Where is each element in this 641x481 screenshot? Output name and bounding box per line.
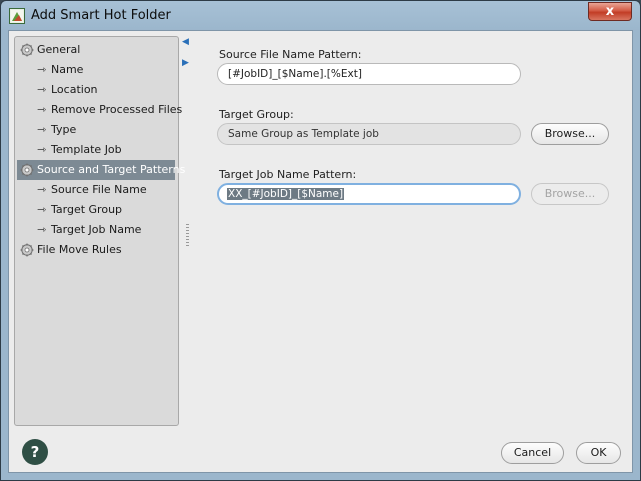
gear-icon xyxy=(20,243,34,264)
help-button[interactable]: ? xyxy=(22,439,48,465)
tree-item-label: Target Group xyxy=(51,203,123,216)
tree-item-label: General xyxy=(37,43,81,56)
tree-item-label: Target Job Name xyxy=(51,223,142,236)
navigation-tree: General ⇾ Name ⇾ Location ⇾ Remove Processed F… xyxy=(14,36,185,426)
arrow-right-icon: ⇾ xyxy=(37,103,47,116)
window-title: Add Smart Hot Folder xyxy=(31,8,171,23)
title-bar[interactable]: Add Smart Hot Folder x xyxy=(1,1,640,31)
tree-item-label: Location xyxy=(51,83,98,96)
tree-item-label: Name xyxy=(51,63,84,76)
target-group-field: Same Group as Template job xyxy=(217,123,521,145)
arrow-right-icon: ⇾ xyxy=(37,183,47,196)
dialog-window: Add Smart Hot Folder x General ⇾ Name ⇾ Loca… xyxy=(0,0,641,481)
arrow-right-icon: ⇾ xyxy=(37,123,47,136)
browse-group-button[interactable]: Browse... xyxy=(531,123,609,145)
tree-item-label: Template Job xyxy=(51,143,122,156)
tree-item-label: Source File Name xyxy=(51,183,147,196)
app-icon xyxy=(9,8,25,24)
ok-button[interactable]: OK xyxy=(576,442,621,464)
tree-item-source-and-target-patterns[interactable]: Source and Target Patterns xyxy=(17,160,185,180)
target-job-label: Target Job Name Pattern: xyxy=(219,168,357,181)
browse-job-button: Browse... xyxy=(531,183,609,205)
splitter-grip-icon[interactable] xyxy=(186,224,189,246)
collapse-left-icon[interactable]: ◀ xyxy=(182,37,189,47)
cancel-button[interactable]: Cancel xyxy=(501,442,564,464)
tree-item-label: File Move Rules xyxy=(37,243,122,256)
gear-icon xyxy=(20,43,34,64)
arrow-right-icon: ⇾ xyxy=(37,203,47,216)
tree-item-label: Source and Target Patterns xyxy=(37,163,186,176)
arrow-right-icon: ⇾ xyxy=(37,143,47,156)
dialog-content: General ⇾ Name ⇾ Location ⇾ Remove Processed F… xyxy=(8,30,633,473)
arrow-right-icon: ⇾ xyxy=(37,83,47,96)
source-pattern-input[interactable]: [#JobID]_[$Name].[%Ext] xyxy=(217,63,521,85)
arrow-right-icon: ⇾ xyxy=(37,223,47,236)
close-button[interactable]: x xyxy=(588,2,632,21)
tree-item-label: Type xyxy=(51,123,77,136)
gear-icon xyxy=(20,163,34,184)
target-job-input[interactable]: XX_[#JobID]_[$Name] xyxy=(217,183,521,205)
arrow-right-icon: ⇾ xyxy=(37,63,47,76)
tree-item-label: Remove Processed Files xyxy=(51,103,183,116)
expand-right-icon[interactable]: ▶ xyxy=(182,58,189,68)
source-pattern-label: Source File Name Pattern: xyxy=(219,48,362,61)
selected-text: XX_[#JobID]_[$Name] xyxy=(227,188,345,200)
target-group-label: Target Group: xyxy=(219,108,294,121)
